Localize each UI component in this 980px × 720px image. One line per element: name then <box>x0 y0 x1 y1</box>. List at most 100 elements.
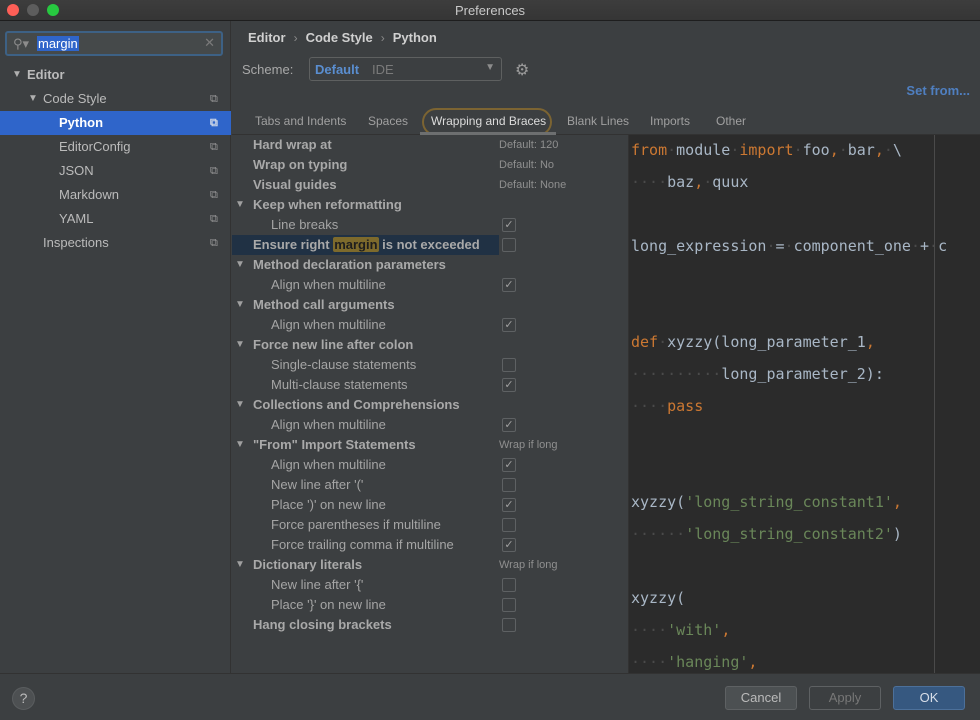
ok-button[interactable]: OK <box>893 686 965 710</box>
code-keyword: def <box>631 333 659 351</box>
expand-arrow-icon[interactable]: ▼ <box>235 255 245 275</box>
checkbox[interactable]: ✓ <box>502 498 516 512</box>
settings-row-label: Hang closing brackets <box>253 617 392 632</box>
expand-arrow-icon[interactable]: ▼ <box>235 335 245 355</box>
checkbox[interactable]: ✓ <box>502 418 516 432</box>
settings-group-row[interactable]: ▼ Collections and Comprehensions <box>232 395 628 415</box>
checkbox[interactable] <box>502 598 516 612</box>
checkbox[interactable] <box>502 238 516 252</box>
settings-option-row[interactable]: Force parentheses if multiline <box>232 515 628 535</box>
settings-option-row[interactable]: Align when multiline ✓ <box>232 455 628 475</box>
settings-group-row[interactable]: ▼ Method declaration parameters <box>232 255 628 275</box>
settings-row-value[interactable]: Wrap if long <box>499 435 558 455</box>
settings-row-value[interactable]: Default: No <box>499 155 554 175</box>
settings-row-label: Force parentheses if multiline <box>271 517 441 532</box>
tab-tabs-and-indents[interactable]: Tabs and Indents <box>255 114 346 128</box>
expand-arrow-icon[interactable]: ▼ <box>235 435 245 455</box>
scheme-label: Scheme: <box>242 62 294 77</box>
tab-wrapping-and-braces[interactable]: Wrapping and Braces <box>431 114 546 128</box>
sidebar-item-inspections[interactable]: Inspections ⧉ <box>0 231 231 255</box>
checkbox[interactable]: ✓ <box>502 538 516 552</box>
settings-option-row[interactable]: Align when multiline ✓ <box>232 415 628 435</box>
checkbox[interactable] <box>502 618 516 632</box>
checkbox[interactable] <box>502 578 516 592</box>
settings-group-row[interactable]: Hang closing brackets <box>232 615 628 635</box>
settings-row-label: Keep when reformatting <box>253 197 402 212</box>
gear-icon[interactable]: ⚙ <box>515 60 529 80</box>
checkbox[interactable] <box>502 358 516 372</box>
tab-imports[interactable]: Imports <box>650 114 690 128</box>
expand-arrow-icon[interactable]: ▼ <box>235 195 245 215</box>
settings-row-value[interactable]: Default: 120 <box>499 135 558 155</box>
whitespace-marker: · <box>910 237 920 255</box>
settings-group-row[interactable]: ▼ Keep when reformatting <box>232 195 628 215</box>
settings-group-row[interactable]: Hard wrap at Default: 120 <box>232 135 628 155</box>
settings-group-row[interactable]: Ensure right margin is not exceeded <box>232 235 516 255</box>
sidebar-item-editor[interactable]: ▼ Editor <box>0 63 231 87</box>
code-string: 'hanging' <box>667 653 749 671</box>
settings-row-label: New line after '{' <box>271 577 364 592</box>
settings-group-row[interactable]: ▼ Method call arguments <box>232 295 628 315</box>
code-token: + <box>920 237 930 255</box>
settings-row-value[interactable]: Wrap if long <box>499 555 558 575</box>
clear-icon[interactable]: ✕ <box>204 35 215 51</box>
settings-option-row[interactable]: Multi-clause statements ✓ <box>232 375 628 395</box>
breadcrumb-item[interactable]: Editor <box>248 30 286 45</box>
settings-option-row[interactable]: New line after '(' <box>232 475 628 495</box>
settings-option-row[interactable]: Align when multiline ✓ <box>232 315 628 335</box>
expand-arrow-icon[interactable]: ▼ <box>12 63 22 87</box>
whitespace-marker: ······ <box>631 525 686 543</box>
breadcrumb-separator: › <box>380 31 385 45</box>
set-from-link[interactable]: Set from... <box>906 83 970 98</box>
checkbox[interactable]: ✓ <box>502 458 516 472</box>
settings-search-input[interactable]: ⚲▾ margin ✕ <box>5 31 223 56</box>
settings-option-row[interactable]: Align when multiline ✓ <box>232 275 628 295</box>
code-line: ····'with', <box>631 621 730 639</box>
sidebar-item-python[interactable]: Python ⧉ <box>0 111 231 135</box>
settings-group-row[interactable]: Visual guides Default: None <box>232 175 628 195</box>
settings-option-row[interactable]: Single-clause statements <box>232 355 628 375</box>
settings-row-label: Align when multiline <box>271 417 386 432</box>
checkbox[interactable] <box>502 518 516 532</box>
settings-option-row[interactable]: New line after '{' <box>232 575 628 595</box>
sidebar-item-yaml[interactable]: YAML ⧉ <box>0 207 231 231</box>
checkbox[interactable] <box>502 478 516 492</box>
checkbox[interactable]: ✓ <box>502 278 516 292</box>
settings-group-row[interactable]: Wrap on typing Default: No <box>232 155 628 175</box>
help-button[interactable]: ? <box>12 687 35 710</box>
sidebar-item-editorconfig[interactable]: EditorConfig ⧉ <box>0 135 231 159</box>
settings-option-row[interactable]: Place ')' on new line ✓ <box>232 495 628 515</box>
sidebar-item-code-style[interactable]: ▼ Code Style ⧉ <box>0 87 231 111</box>
settings-option-row[interactable]: Line breaks ✓ <box>232 215 628 235</box>
checkbox[interactable]: ✓ <box>502 318 516 332</box>
settings-row-label: Wrap on typing <box>253 157 348 172</box>
settings-group-row[interactable]: ▼ Dictionary literals Wrap if long <box>232 555 628 575</box>
tab-spaces[interactable]: Spaces <box>368 114 408 128</box>
tab-other[interactable]: Other <box>716 114 746 128</box>
cancel-button[interactable]: Cancel <box>725 686 797 710</box>
expand-arrow-icon[interactable]: ▼ <box>235 295 245 315</box>
checkbox[interactable]: ✓ <box>502 218 516 232</box>
search-value[interactable]: margin <box>37 36 79 51</box>
sidebar-item-markdown[interactable]: Markdown ⧉ <box>0 183 231 207</box>
settings-row-label: Single-clause statements <box>271 357 417 372</box>
search-icon[interactable]: ⚲▾ <box>13 36 29 52</box>
settings-group-row[interactable]: ▼ "From" Import Statements Wrap if long <box>232 435 628 455</box>
settings-group-row[interactable]: ▼ Force new line after colon <box>232 335 628 355</box>
settings-row-label: Visual guides <box>253 177 337 192</box>
sidebar-item-json[interactable]: JSON ⧉ <box>0 159 231 183</box>
expand-arrow-icon[interactable]: ▼ <box>235 555 245 575</box>
apply-button[interactable]: Apply <box>809 686 881 710</box>
expand-arrow-icon[interactable]: ▼ <box>28 87 38 111</box>
breadcrumb-item[interactable]: Code Style <box>306 30 373 45</box>
sidebar-item-label: Python <box>59 115 104 130</box>
expand-arrow-icon[interactable]: ▼ <box>235 395 245 415</box>
settings-option-row[interactable]: Force trailing comma if multiline ✓ <box>232 535 628 555</box>
scheme-name: Default <box>315 62 360 77</box>
settings-option-row[interactable]: Place '}' on new line <box>232 595 628 615</box>
settings-row-value[interactable]: Default: None <box>499 175 566 195</box>
tab-blank-lines[interactable]: Blank Lines <box>567 114 629 128</box>
code-token: ) <box>892 525 902 543</box>
checkbox[interactable]: ✓ <box>502 378 516 392</box>
scheme-dropdown[interactable]: Default IDE ▼ <box>309 57 502 81</box>
